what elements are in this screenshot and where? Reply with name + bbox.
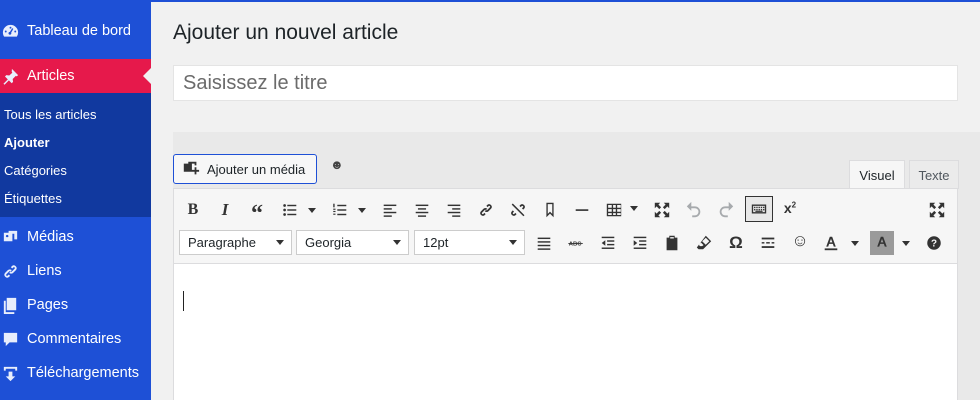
submenu-add-article[interactable]: Ajouter	[4, 135, 50, 150]
superscript-icon[interactable]: x2	[778, 196, 802, 220]
align-left-icon[interactable]	[378, 198, 402, 222]
sidebar-item-label: Téléchargements	[27, 365, 140, 381]
sidebar-item-pages[interactable]: Pages	[0, 288, 151, 322]
undo-icon[interactable]	[682, 198, 706, 222]
dashboard-icon	[0, 21, 20, 41]
outdent-icon[interactable]	[596, 231, 620, 255]
font-size-value: 12pt	[423, 235, 449, 250]
tab-visual[interactable]: Visuel	[849, 160, 905, 189]
page-title: Ajouter un nouvel article	[173, 21, 399, 44]
strikethrough-icon[interactable]: ABC	[564, 231, 588, 255]
articles-submenu: Tous les articles Ajouter Catégories Éti…	[0, 93, 151, 217]
pin-icon	[0, 66, 20, 86]
fullscreen-icon[interactable]	[650, 198, 674, 222]
add-media-button[interactable]: Ajouter un média	[173, 154, 317, 184]
background-color-dropdown-icon[interactable]	[902, 241, 910, 246]
add-media-icon	[183, 161, 200, 175]
sidebar-item-downloads[interactable]: Téléchargements	[0, 356, 151, 390]
tab-text[interactable]: Texte	[909, 160, 959, 189]
add-media-label: Ajouter un média	[207, 161, 306, 177]
media-icon	[0, 227, 20, 247]
table-icon[interactable]	[602, 198, 626, 222]
font-size-select[interactable]: 12pt	[414, 230, 525, 255]
bullet-list-icon[interactable]	[278, 198, 302, 222]
sidebar-item-label: Articles	[27, 68, 75, 84]
distraction-free-icon[interactable]	[925, 198, 949, 222]
font-family-value: Georgia	[305, 235, 352, 250]
italic-icon[interactable]: I	[213, 198, 237, 222]
pages-icon	[0, 295, 20, 315]
editor-content-area[interactable]	[173, 264, 958, 400]
sidebar-item-label: Tableau de bord	[27, 23, 131, 39]
comment-icon	[0, 329, 20, 349]
svg-text:?: ?	[931, 239, 937, 250]
submenu-tags[interactable]: Étiquettes	[4, 191, 62, 206]
justify-icon[interactable]	[532, 231, 556, 255]
chevron-down-icon	[509, 240, 517, 245]
text-color-dropdown-icon[interactable]	[851, 241, 859, 246]
redo-icon[interactable]	[714, 198, 738, 222]
chevron-down-icon	[393, 240, 401, 245]
toolbar-toggle-icon[interactable]	[745, 196, 773, 222]
insert-link-icon[interactable]	[474, 198, 498, 222]
table-dropdown-icon[interactable]	[630, 206, 638, 211]
clear-formatting-icon[interactable]	[692, 231, 716, 255]
sidebar-item-label: Pages	[27, 297, 69, 313]
remove-link-icon[interactable]	[506, 198, 530, 222]
active-indicator	[143, 68, 151, 84]
numbered-list-icon[interactable]	[328, 198, 352, 222]
sidebar-item-media[interactable]: Médias	[0, 220, 151, 254]
chevron-down-icon	[276, 240, 284, 245]
horizontal-line-icon[interactable]	[570, 198, 594, 222]
numbered-list-dropdown-icon[interactable]	[358, 208, 366, 213]
svg-text:ABC: ABC	[569, 242, 582, 248]
emoticons-icon[interactable]: ☺	[788, 229, 812, 253]
bold-icon[interactable]: B	[181, 198, 205, 222]
paste-text-icon[interactable]	[660, 231, 684, 255]
emoji-icon[interactable]: ☻	[330, 157, 344, 172]
post-title-input[interactable]	[173, 65, 958, 101]
text-color-icon[interactable]	[819, 231, 843, 255]
sidebar-item-label: Commentaires	[27, 331, 122, 347]
sidebar-item-label: Liens	[27, 263, 62, 279]
background-color-icon[interactable]	[870, 231, 894, 255]
sidebar-item-comments[interactable]: Commentaires	[0, 322, 151, 356]
link-icon	[0, 261, 20, 281]
sidebar-item-dashboard[interactable]: Tableau de bord	[0, 14, 151, 48]
align-center-icon[interactable]	[410, 198, 434, 222]
sidebar-item-articles[interactable]: Articles	[0, 59, 151, 93]
special-character-icon[interactable]: Ω	[724, 231, 748, 255]
text-cursor	[183, 291, 184, 311]
align-right-icon[interactable]	[442, 198, 466, 222]
read-more-icon[interactable]	[538, 198, 562, 222]
page-break-icon[interactable]	[756, 231, 780, 255]
download-icon	[0, 363, 20, 383]
sidebar-item-label: Médias	[27, 229, 74, 245]
blockquote-icon[interactable]: “	[245, 198, 269, 226]
submenu-all-articles[interactable]: Tous les articles	[4, 107, 96, 122]
submenu-categories[interactable]: Catégories	[4, 163, 67, 178]
format-select-value: Paragraphe	[188, 235, 256, 250]
help-icon[interactable]: ?	[922, 231, 946, 255]
admin-sidebar: Tableau de bord Articles Tous les articl…	[0, 0, 151, 400]
font-family-select[interactable]: Georgia	[296, 230, 409, 255]
bullet-list-dropdown-icon[interactable]	[308, 208, 316, 213]
format-select[interactable]: Paragraphe	[179, 230, 292, 255]
indent-icon[interactable]	[628, 231, 652, 255]
sidebar-item-links[interactable]: Liens	[0, 254, 151, 288]
